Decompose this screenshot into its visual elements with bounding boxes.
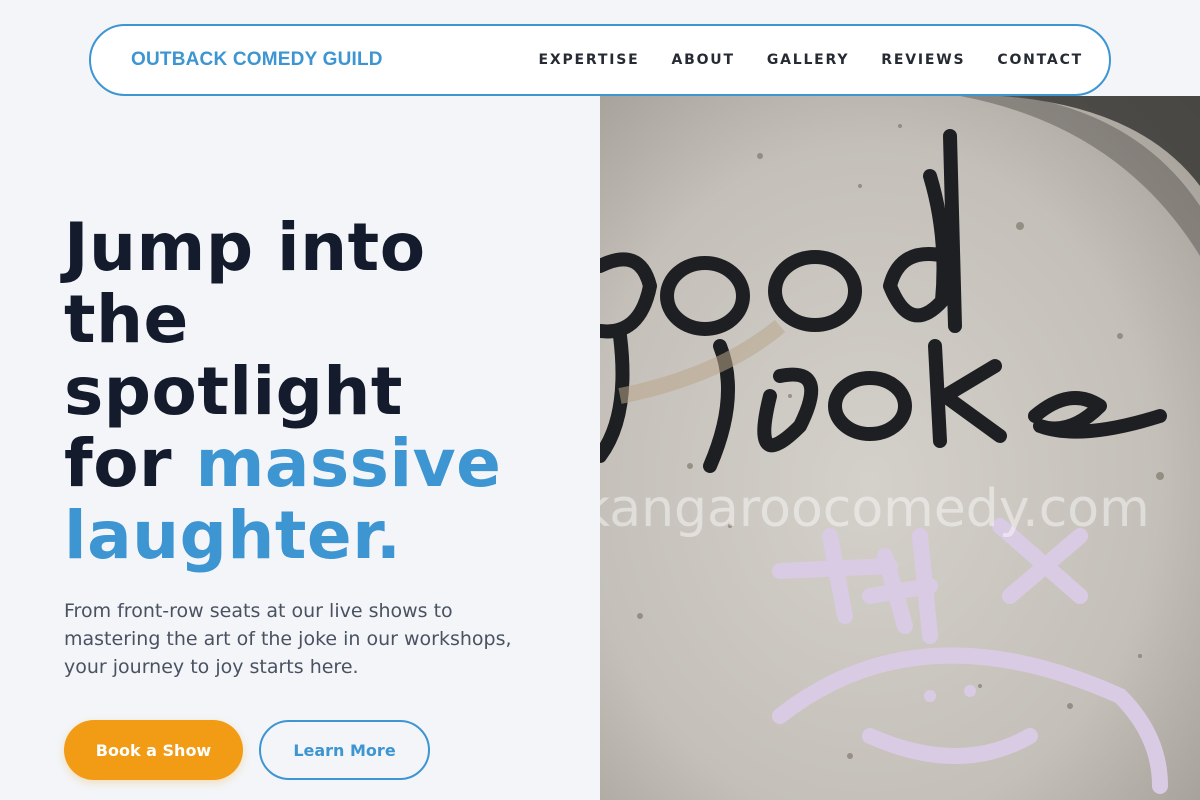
nav-item-reviews[interactable]: REVIEWS — [881, 52, 965, 68]
book-show-button[interactable]: Book a Show — [64, 720, 243, 780]
headline-line-3: spotlight — [64, 353, 403, 430]
nav-item-expertise[interactable]: EXPERTISE — [539, 52, 640, 68]
watermark-text: kangaroocomedy.com — [600, 479, 1150, 539]
hero-headline: Jump into the spotlight for massive laug… — [64, 212, 584, 572]
headline-line-1: Jump into — [64, 209, 426, 286]
headline-line-4: for massive — [64, 425, 501, 502]
hero-headline-block: Jump into the spotlight for massive laug… — [64, 212, 584, 572]
nav-item-gallery[interactable]: GALLERY — [767, 52, 849, 68]
hero-image: kangaroocomedy.com — [600, 96, 1200, 800]
headline-accent-laughter: laughter. — [64, 497, 402, 574]
brand-logo[interactable]: OUTBACK COMEDY GUILD — [131, 49, 383, 71]
headline-accent-massive: massive — [195, 425, 502, 502]
nav-item-about[interactable]: ABOUT — [671, 52, 734, 68]
learn-more-button[interactable]: Learn More — [259, 720, 430, 780]
navbar: OUTBACK COMEDY GUILD EXPERTISE ABOUT GAL… — [89, 24, 1111, 96]
nav-links: EXPERTISE ABOUT GALLERY REVIEWS CONTACT — [507, 52, 1083, 68]
nav-item-contact[interactable]: CONTACT — [997, 52, 1083, 68]
headline-line-2: the — [64, 281, 189, 358]
headline-plain-fragment: for — [64, 425, 196, 502]
hero-subtext: From front-row seats at our live shows t… — [64, 600, 512, 678]
